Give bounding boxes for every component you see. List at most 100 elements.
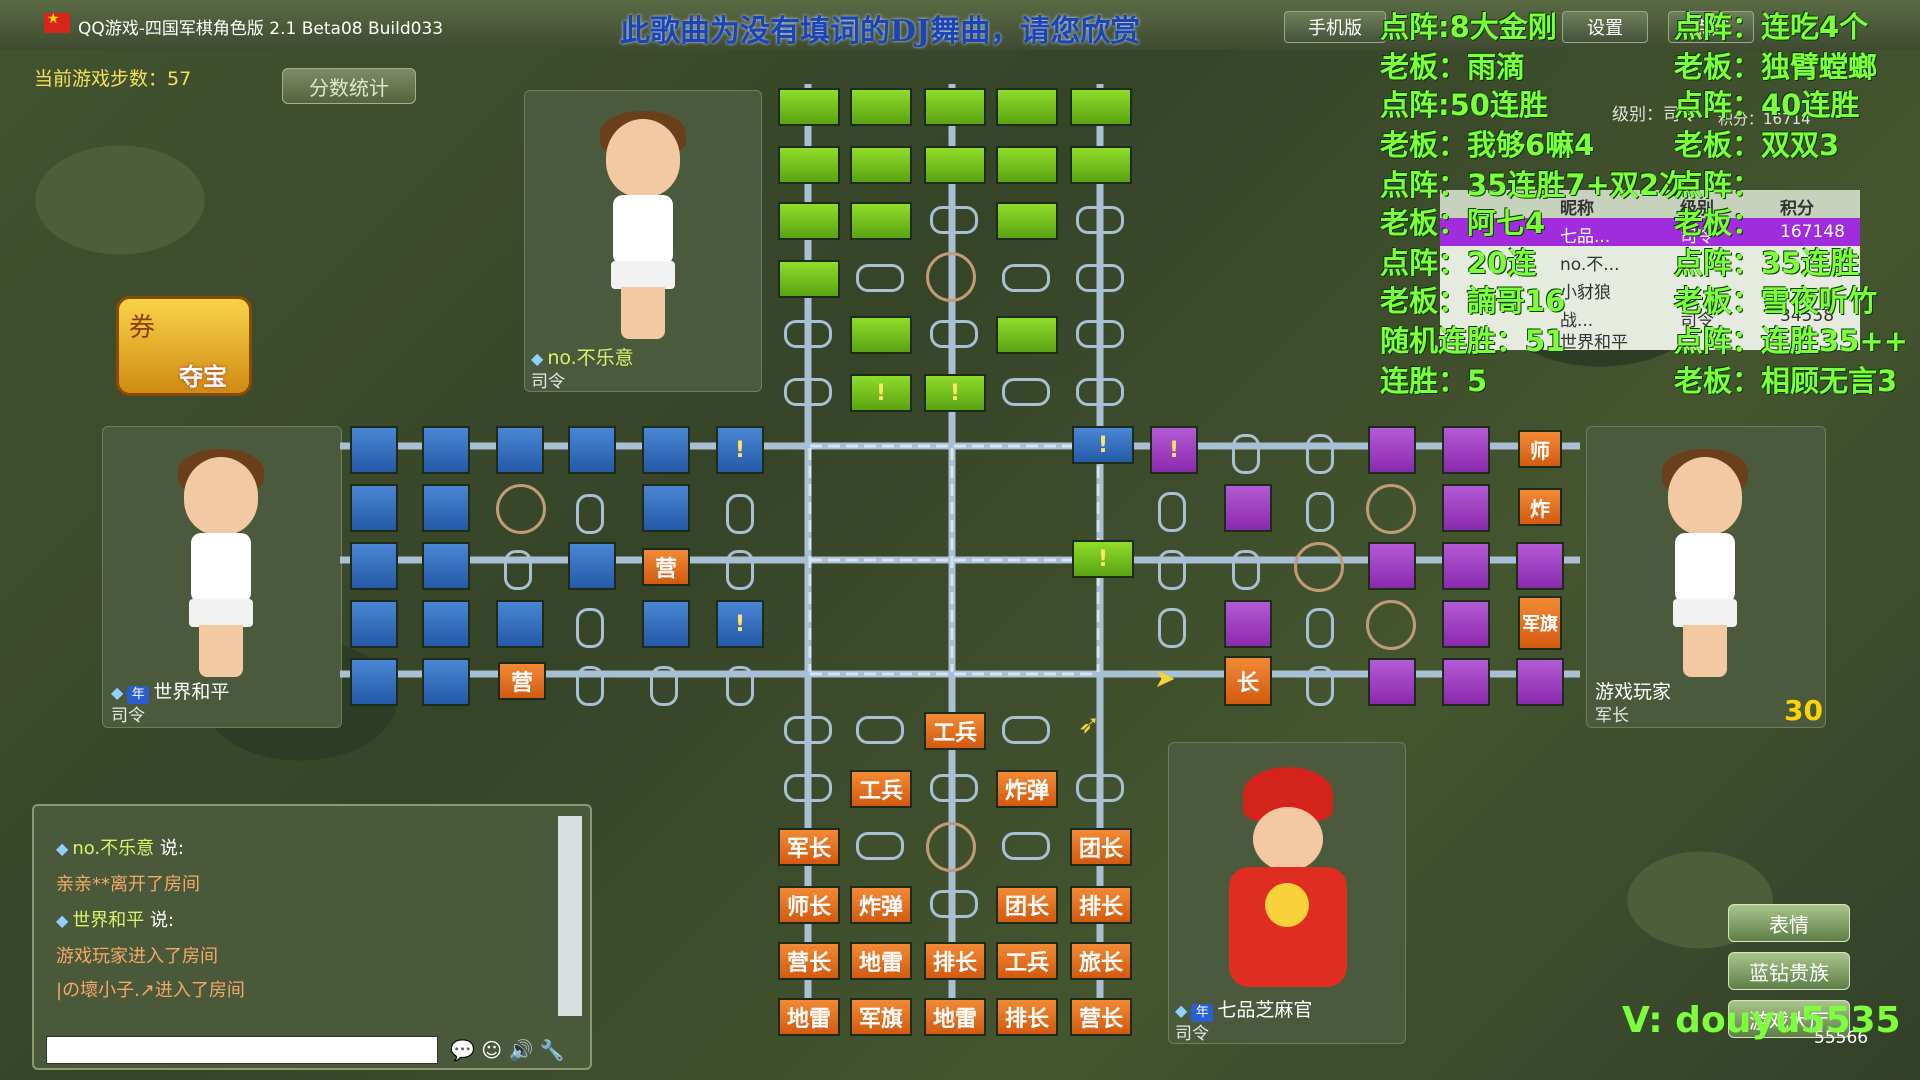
empty-slot[interactable] [1002,264,1050,292]
empty-slot[interactable] [1306,666,1334,706]
board-piece[interactable]: 工兵 [924,712,986,750]
board-piece[interactable]: 军旗 [1518,596,1562,650]
board-piece[interactable] [1224,600,1272,648]
board-piece[interactable] [850,316,912,354]
empty-slot[interactable] [1076,774,1124,802]
empty-slot[interactable] [856,716,904,744]
board-piece[interactable] [642,426,690,474]
board-piece[interactable] [422,426,470,474]
empty-slot[interactable] [726,666,754,706]
empty-slot[interactable] [930,774,978,802]
board-piece[interactable] [850,88,912,126]
board-piece[interactable] [850,202,912,240]
board-piece[interactable]: 排长 [924,942,986,980]
empty-slot[interactable] [576,666,604,706]
board-piece[interactable] [1516,542,1564,590]
empty-slot[interactable] [1076,320,1124,348]
empty-slot[interactable] [1076,378,1124,406]
board-piece[interactable] [496,600,544,648]
bubble-icon[interactable]: 💬 [450,1038,475,1062]
board-piece[interactable]: ! [716,426,764,474]
emoji-button[interactable]: 表情 [1728,904,1850,942]
board-piece[interactable]: 旅长 [1070,942,1132,980]
board-piece[interactable] [1442,484,1490,532]
board-piece[interactable] [1516,658,1564,706]
settings-button[interactable]: 设置 [1562,11,1648,43]
wrench-icon[interactable]: 🔧 [540,1038,565,1062]
board-piece[interactable]: 长 [1224,656,1272,706]
board-piece[interactable] [924,88,986,126]
board-piece[interactable] [1070,88,1132,126]
board-piece[interactable] [350,426,398,474]
board-piece[interactable] [422,542,470,590]
board-piece[interactable]: 军旗 [850,998,912,1036]
board-piece[interactable]: ! [1072,540,1134,578]
camp-circle[interactable] [1366,484,1416,534]
board-piece[interactable] [778,260,840,298]
board-piece[interactable] [996,88,1058,126]
empty-slot[interactable] [1306,492,1334,532]
board-piece[interactable] [1442,658,1490,706]
board-piece[interactable]: 炸弹 [850,886,912,924]
board-piece[interactable] [778,146,840,184]
board-piece[interactable]: ! [716,600,764,648]
board-piece[interactable] [778,202,840,240]
camp-circle[interactable] [1294,542,1344,592]
empty-slot[interactable] [784,774,832,802]
board-piece[interactable] [1224,484,1272,532]
empty-slot[interactable] [576,494,604,534]
board-piece[interactable]: ! [1150,426,1198,474]
board-piece[interactable]: 排长 [1070,886,1132,924]
board-piece[interactable] [568,542,616,590]
empty-slot[interactable] [576,608,604,648]
board-piece[interactable]: ! [850,374,912,412]
board-piece[interactable] [350,658,398,706]
camp-circle[interactable] [926,252,976,302]
board-piece[interactable]: 军长 [778,828,840,866]
board-piece[interactable]: 营长 [778,942,840,980]
empty-slot[interactable] [784,378,832,406]
empty-slot[interactable] [1002,832,1050,860]
camp-circle[interactable] [926,822,976,872]
board-piece[interactable] [1070,146,1132,184]
empty-slot[interactable] [1232,550,1260,590]
board-piece[interactable] [1442,542,1490,590]
empty-slot[interactable] [856,832,904,860]
board-piece[interactable]: 炸 [1518,488,1562,526]
board-piece[interactable]: 地雷 [778,998,840,1036]
empty-slot[interactable] [1076,264,1124,292]
empty-slot[interactable] [726,494,754,534]
board-piece[interactable] [1442,600,1490,648]
empty-slot[interactable] [504,550,532,590]
board-piece[interactable]: 营长 [1070,998,1132,1036]
empty-slot[interactable] [1076,206,1124,234]
board-piece[interactable]: 炸弹 [996,770,1058,808]
speaker-icon[interactable]: 🔊 [508,1038,533,1062]
board-piece[interactable]: 师 [1518,430,1562,468]
board-piece[interactable] [496,426,544,474]
board-piece[interactable] [642,484,690,532]
empty-slot[interactable] [1158,608,1186,648]
empty-slot[interactable] [856,264,904,292]
smile-icon[interactable]: ☺ [481,1038,502,1062]
treasure-chest-button[interactable]: 券 夺宝 [116,296,252,396]
board-piece[interactable]: ! [924,374,986,412]
board-piece[interactable] [850,146,912,184]
empty-slot[interactable] [1158,550,1186,590]
board-piece[interactable]: 工兵 [996,942,1058,980]
board-piece[interactable]: 地雷 [924,998,986,1036]
board-piece[interactable]: ! [1072,426,1134,464]
empty-slot[interactable] [930,320,978,348]
board-piece[interactable] [924,146,986,184]
empty-slot[interactable] [650,666,678,706]
board-piece[interactable] [642,600,690,648]
board-piece[interactable]: 师长 [778,886,840,924]
empty-slot[interactable] [784,320,832,348]
board-piece[interactable]: 排长 [996,998,1058,1036]
board-piece[interactable]: 营 [642,548,690,586]
board-piece[interactable] [568,426,616,474]
board-piece[interactable]: 团长 [996,886,1058,924]
board-piece[interactable] [1368,426,1416,474]
mobile-button[interactable]: 手机版 [1284,11,1386,43]
empty-slot[interactable] [726,550,754,590]
